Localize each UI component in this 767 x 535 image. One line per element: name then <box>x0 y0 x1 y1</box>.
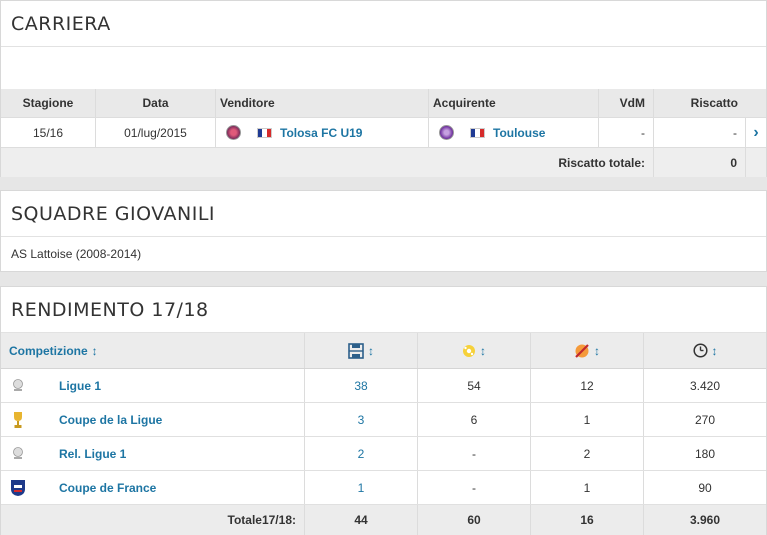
presenze-value[interactable]: 38 <box>354 379 367 393</box>
header-minuti[interactable]: ↕ <box>644 333 766 368</box>
competition-link[interactable]: Rel. Ligue 1 <box>59 447 126 461</box>
total-spacer <box>746 148 766 177</box>
sost-cell: 1 <box>531 471 644 504</box>
riscatto-totale-value: 0 <box>654 148 746 177</box>
header-vdm: VdM <box>599 89 654 117</box>
carriera-section: CARRIERA Stagione Data Venditore Acquire… <box>0 0 767 177</box>
header-acquirente: Acquirente <box>429 89 599 117</box>
riscatto-totale-label: Riscatto totale: <box>1 148 654 177</box>
transfer-riscatto: - <box>654 118 746 147</box>
sort-icon[interactable]: ↕ <box>594 344 600 358</box>
fff-logo-icon <box>7 479 29 497</box>
france-flag-icon <box>470 127 485 138</box>
header-riscatto: Riscatto <box>690 96 738 110</box>
transfer-stagione: 15/16 <box>1 118 96 147</box>
competition-cell: Coupe de France <box>1 471 305 504</box>
giovanili-title: SQUADRE GIOVANILI <box>1 191 766 237</box>
ligue1-logo-icon <box>7 378 29 394</box>
gol-cell: - <box>418 471 531 504</box>
competition-cell: Ligue 1 <box>1 369 305 402</box>
presenze-cell: 38 <box>305 369 418 402</box>
giovanili-section: SQUADRE GIOVANILI AS Lattoise (2008-2014… <box>0 190 767 272</box>
totale-minuti: 3.960 <box>689 513 721 527</box>
appearances-icon <box>348 342 364 359</box>
tolosa-crest-icon[interactable] <box>226 125 241 140</box>
sort-icon[interactable]: ↕ <box>368 344 374 358</box>
acquirente-link[interactable]: Toulouse <box>493 126 545 140</box>
totale-sost: 16 <box>531 505 644 535</box>
sort-icon[interactable]: ↕ <box>712 344 718 358</box>
stats-table-header: Competizione ↕ ↕ ↕ ↕ ↕ <box>1 333 766 369</box>
stats-row: Coupe de France 1 - 1 90 <box>1 471 766 505</box>
stats-row: Ligue 1 38 54 12 3.420 <box>1 369 766 403</box>
presenze-value[interactable]: 3 <box>358 413 365 427</box>
minuti-cell: 270 <box>694 412 716 427</box>
presenze-cell: 3 <box>305 403 418 436</box>
totale-gol: 60 <box>418 505 531 535</box>
totale-label: Totale17/18: <box>1 505 305 535</box>
france-flag-icon <box>257 127 272 138</box>
competition-cell: Rel. Ligue 1 <box>1 437 305 470</box>
transfer-venditore-cell: Tolosa FC U19 <box>216 118 429 147</box>
presenze-value[interactable]: 1 <box>358 481 365 495</box>
rendimento-title: RENDIMENTO 17/18 <box>1 287 766 333</box>
transfer-data: 01/lug/2015 <box>96 118 216 147</box>
header-presenze[interactable]: ↕ <box>305 333 418 368</box>
stats-row: Rel. Ligue 1 2 - 2 180 <box>1 437 766 471</box>
carriera-title: CARRIERA <box>1 1 766 47</box>
sort-icon[interactable]: ↕ <box>480 344 486 358</box>
transfer-table-header: Stagione Data Venditore Acquirente VdM R… <box>1 89 766 117</box>
goals-icon <box>463 344 475 357</box>
transfer-vdm: - <box>599 118 654 147</box>
totale-presenze: 44 <box>305 505 418 535</box>
minuti-cell: 3.420 <box>689 378 721 393</box>
stats-row: Coupe de la Ligue 3 6 1 270 <box>1 403 766 437</box>
header-data: Data <box>96 89 216 117</box>
sort-icon[interactable]: ↕ <box>92 344 98 358</box>
trophy-icon <box>7 411 29 429</box>
minuti-cell: 180 <box>694 446 716 461</box>
gol-cell: 54 <box>418 369 531 402</box>
presenze-cell: 2 <box>305 437 418 470</box>
venditore-link[interactable]: Tolosa FC U19 <box>280 126 362 140</box>
header-stagione: Stagione <box>1 89 96 117</box>
competition-link[interactable]: Coupe de la Ligue <box>59 413 162 427</box>
minuti-cell: 90 <box>698 480 712 495</box>
transfer-row[interactable]: 15/16 01/lug/2015 Tolosa FC U19 Toulouse… <box>1 117 766 148</box>
header-sostituzioni[interactable]: ↕ <box>531 333 644 368</box>
sost-cell: 12 <box>531 369 644 402</box>
header-competizione[interactable]: Competizione ↕ <box>1 333 305 368</box>
ligue1-logo-icon <box>7 446 29 462</box>
youth-club-text: AS Lattoise (2008-2014) <box>11 247 142 261</box>
toulouse-crest-icon[interactable] <box>439 125 454 140</box>
competition-cell: Coupe de la Ligue <box>1 403 305 436</box>
sost-cell: 1 <box>531 403 644 436</box>
chevron-right-icon[interactable]: › <box>746 118 766 147</box>
header-venditore: Venditore <box>216 89 429 117</box>
presenze-cell: 1 <box>305 471 418 504</box>
competition-link[interactable]: Ligue 1 <box>59 379 101 393</box>
stats-total-row: Totale17/18: 44 60 16 3.960 <box>1 505 766 535</box>
gol-cell: - <box>418 437 531 470</box>
header-gol[interactable]: ↕ <box>418 333 531 368</box>
clock-icon <box>692 343 708 358</box>
sost-cell: 2 <box>531 437 644 470</box>
substituted-icon <box>575 343 589 358</box>
transfer-acquirente-cell: Toulouse <box>429 118 599 147</box>
rendimento-section: RENDIMENTO 17/18 Competizione ↕ ↕ ↕ ↕ ↕ … <box>0 286 767 535</box>
transfer-total-row: Riscatto totale: 0 <box>1 148 766 177</box>
presenze-value[interactable]: 2 <box>358 447 365 461</box>
gol-cell: 6 <box>418 403 531 436</box>
competition-link[interactable]: Coupe de France <box>59 481 156 495</box>
